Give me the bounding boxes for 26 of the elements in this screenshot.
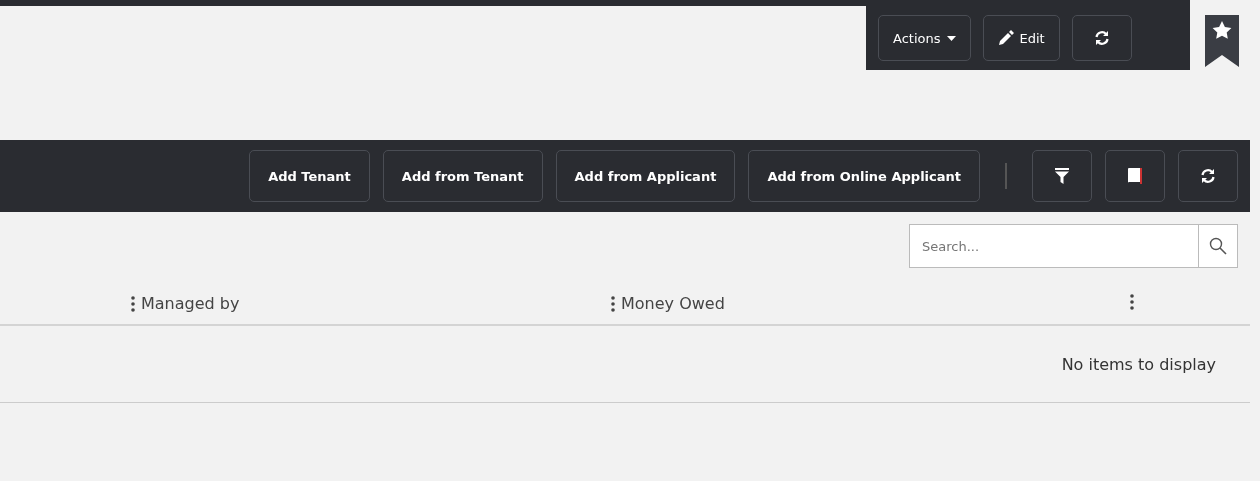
search-field[interactable]: Search... — [909, 224, 1198, 268]
book-button[interactable] — [1105, 150, 1165, 202]
empty-message: No items to display — [1061, 354, 1216, 374]
column-menu-icon[interactable] — [131, 295, 135, 312]
search-button[interactable] — [1198, 224, 1238, 268]
toolbar-button[interactable]: Add Tenant — [249, 150, 370, 202]
refresh-button[interactable] — [1071, 15, 1132, 61]
book-icon — [1128, 168, 1142, 184]
column-header[interactable]: Managed by — [141, 294, 240, 313]
bookmark-star-icon[interactable] — [1205, 15, 1239, 67]
actions-button[interactable]: Actions — [878, 15, 971, 61]
caret-icon — [946, 35, 956, 41]
toolbar-button[interactable]: Add from Applicant — [555, 150, 736, 202]
toolbar-button[interactable]: Add from Online Applicant — [748, 150, 980, 202]
column-header[interactable]: Money Owed — [621, 294, 725, 313]
refresh-icon — [1200, 168, 1216, 184]
filter-icon — [1055, 168, 1069, 184]
column-menu-icon[interactable] — [611, 295, 615, 312]
pencil-icon — [997, 30, 1014, 46]
refresh-icon — [1093, 30, 1110, 46]
column-menu-icon[interactable] — [1130, 294, 1134, 310]
toolbar-button[interactable]: Add from Tenant — [382, 150, 543, 202]
search-icon — [1209, 237, 1227, 255]
refresh-button[interactable] — [1178, 150, 1238, 202]
edit-button[interactable]: Edit — [982, 15, 1060, 61]
filter-button[interactable] — [1032, 150, 1092, 202]
